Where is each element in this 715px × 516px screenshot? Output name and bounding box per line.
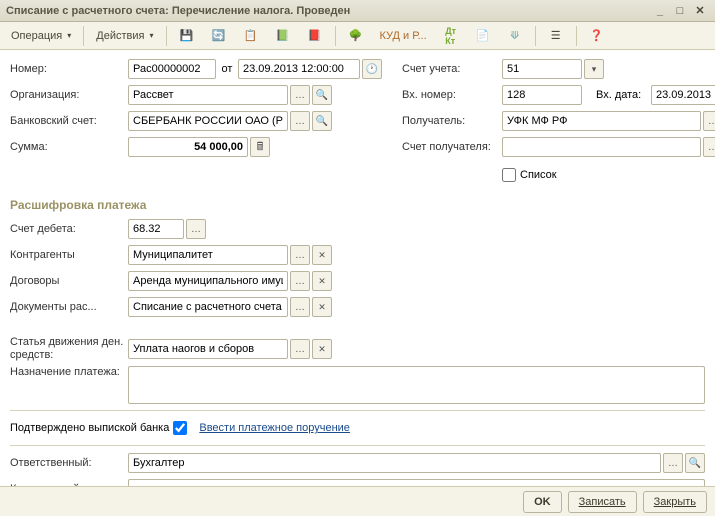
flow-field[interactable]: [128, 339, 288, 359]
minimize-button[interactable]: _: [651, 3, 669, 19]
in-date-label: Вх. дата:: [596, 89, 651, 101]
tool-help-icon[interactable]: ❓: [582, 25, 612, 47]
recv-acct-label: Счет получателя:: [402, 141, 502, 153]
save-button[interactable]: Записать: [568, 491, 637, 513]
toolbar-separator: [83, 26, 84, 46]
date-field[interactable]: [238, 59, 360, 79]
in-num-field[interactable]: [502, 85, 582, 105]
contr-clear-icon[interactable]: [312, 245, 332, 265]
tool-save-icon[interactable]: 💾: [172, 25, 202, 47]
contr-field[interactable]: [128, 245, 288, 265]
clock-icon[interactable]: [362, 59, 382, 79]
tool-structure-icon[interactable]: ⟱: [500, 25, 530, 47]
actions-menu[interactable]: Действия▾: [89, 25, 160, 47]
enter-payment-link[interactable]: Ввести платежное поручение: [199, 422, 350, 434]
window-title: Списание с расчетного счета: Перечислени…: [6, 5, 649, 17]
in-num-label: Вх. номер:: [402, 89, 502, 101]
bank-select-button[interactable]: [290, 111, 310, 131]
resp-search-icon[interactable]: [685, 453, 705, 473]
footer: OK Записать Закрыть: [0, 486, 715, 516]
recv-field[interactable]: [502, 111, 701, 131]
flow-label: Статья движения ден. средств:: [10, 336, 128, 362]
section-title: Расшифровка платежа: [10, 198, 705, 212]
acct-label: Счет учета:: [402, 63, 502, 75]
tool-dk-icon[interactable]: ДтКт: [436, 25, 466, 47]
resp-field[interactable]: [128, 453, 661, 473]
close-button[interactable]: ✕: [691, 3, 709, 19]
bank-field[interactable]: [128, 111, 288, 131]
toolbar-separator: [166, 26, 167, 46]
acct-field[interactable]: [502, 59, 582, 79]
in-date-field[interactable]: [651, 85, 715, 105]
number-label: Номер:: [10, 63, 128, 75]
doc-clear-icon[interactable]: [312, 297, 332, 317]
recv-acct-field[interactable]: [502, 137, 701, 157]
toolbar-separator: [335, 26, 336, 46]
maximize-button[interactable]: □: [671, 3, 689, 19]
titlebar: Списание с расчетного счета: Перечислени…: [0, 0, 715, 22]
list-checkbox[interactable]: Список: [502, 168, 557, 182]
debit-label: Счет дебета:: [10, 223, 128, 235]
confirmed-checkbox-input[interactable]: [173, 421, 187, 435]
bank-search-icon[interactable]: [312, 111, 332, 131]
flow-select-button[interactable]: [290, 339, 310, 359]
confirmed-checkbox[interactable]: Подтверждено выпиской банка: [10, 421, 187, 435]
org-label: Организация:: [10, 89, 128, 101]
contr-label: Контрагенты: [10, 249, 128, 261]
doc-label: Документы рас...: [10, 301, 128, 313]
flow-clear-icon[interactable]: [312, 339, 332, 359]
debit-select-button[interactable]: [186, 219, 206, 239]
acct-dropdown-icon[interactable]: [584, 59, 604, 79]
contract-clear-icon[interactable]: [312, 271, 332, 291]
ok-button[interactable]: OK: [523, 491, 562, 513]
doc-select-button[interactable]: [290, 297, 310, 317]
divider: [10, 410, 705, 411]
resp-select-button[interactable]: [663, 453, 683, 473]
toolbar-separator: [535, 26, 536, 46]
recv-label: Получатель:: [402, 115, 502, 127]
tool-refresh-icon[interactable]: 🔄: [204, 25, 234, 47]
divider: [10, 445, 705, 446]
toolbar-separator: [576, 26, 577, 46]
resp-label: Ответственный:: [10, 457, 128, 469]
sum-field[interactable]: [128, 137, 248, 157]
kudir-button[interactable]: КУД и Р...: [373, 25, 434, 47]
number-field[interactable]: [128, 59, 216, 79]
ot-label: от: [216, 63, 238, 75]
tool-list-icon[interactable]: ☰: [541, 25, 571, 47]
toolbar: Операция▾ Действия▾ 💾 🔄 📋 📗 📕 🌳 КУД и Р.…: [0, 22, 715, 50]
tool-tree-icon[interactable]: 🌳: [341, 25, 371, 47]
list-checkbox-input[interactable]: [502, 168, 516, 182]
tool-post-icon[interactable]: 📗: [268, 25, 298, 47]
recv-acct-select-button[interactable]: [703, 137, 715, 157]
tool-report-icon[interactable]: 📄: [468, 25, 498, 47]
list-label: Список: [520, 169, 557, 181]
calculator-icon[interactable]: [250, 137, 270, 157]
tool-nav-icon[interactable]: 📋: [236, 25, 266, 47]
sum-label: Сумма:: [10, 141, 128, 153]
confirmed-label: Подтверждено выпиской банка: [10, 422, 169, 434]
close-form-button[interactable]: Закрыть: [643, 491, 707, 513]
form-area: Номер: от Организация: Банковский счет: …: [0, 50, 715, 508]
contract-select-button[interactable]: [290, 271, 310, 291]
org-select-button[interactable]: [290, 85, 310, 105]
operation-menu[interactable]: Операция▾: [4, 25, 78, 47]
contract-field[interactable]: [128, 271, 288, 291]
bank-label: Банковский счет:: [10, 115, 128, 127]
purpose-label: Назначение платежа:: [10, 366, 128, 379]
purpose-field[interactable]: [128, 366, 705, 404]
contract-label: Договоры: [10, 275, 128, 287]
tool-unpost-icon[interactable]: 📕: [300, 25, 330, 47]
org-search-icon[interactable]: [312, 85, 332, 105]
debit-field[interactable]: [128, 219, 184, 239]
doc-field[interactable]: [128, 297, 288, 317]
org-field[interactable]: [128, 85, 288, 105]
contr-select-button[interactable]: [290, 245, 310, 265]
recv-select-button[interactable]: [703, 111, 715, 131]
